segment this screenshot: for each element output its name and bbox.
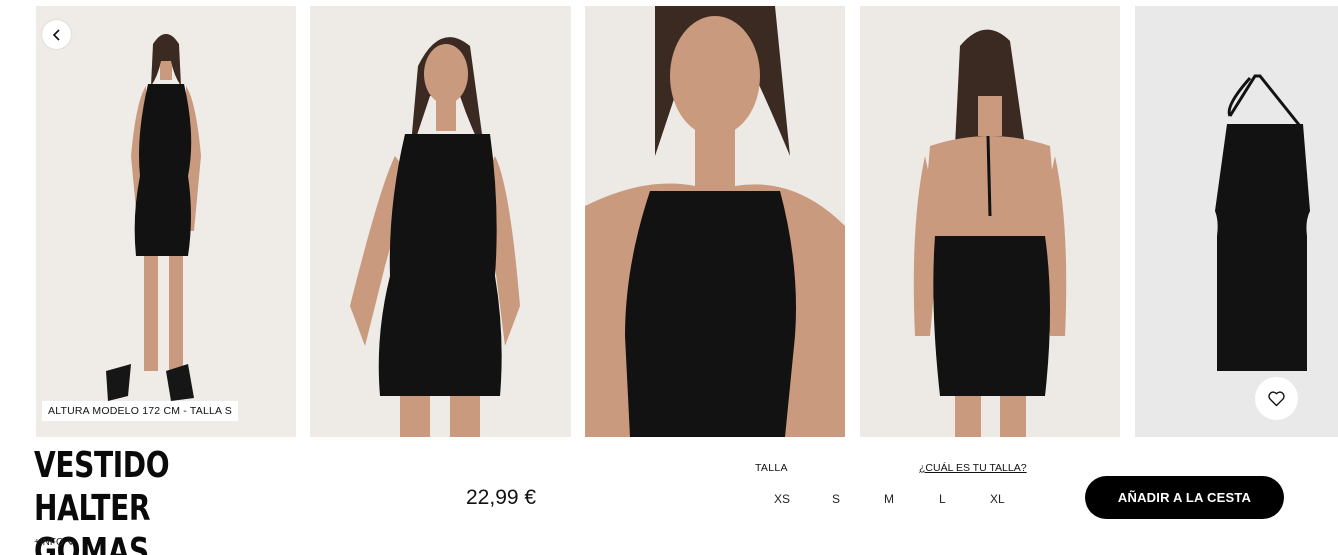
size-options: XS S M L XL [755,492,1025,506]
product-photo-garment[interactable] [1135,6,1338,437]
garment-illustration [1215,74,1310,371]
product-photo-front[interactable] [36,6,296,437]
size-option-m[interactable]: M [884,492,894,506]
more-info-link[interactable]: +INFO [34,537,75,548]
size-option-s[interactable]: S [832,492,840,506]
more-info-label: +INFO [34,537,64,548]
model-back-illustration [913,29,1067,437]
heart-icon [1268,391,1285,407]
model-medium-illustration [350,37,520,437]
model-detail-illustration [585,6,845,437]
back-button[interactable] [42,20,71,49]
product-gallery: ALTURA MODELO 172 CM - TALLA S [0,0,1338,437]
size-guide-link[interactable]: ¿CUÁL ES TU TALLA? [919,462,1027,474]
size-option-xl[interactable]: XL [990,492,1005,506]
product-title-line: VESTIDO HALTER [34,445,170,529]
size-option-l[interactable]: L [939,492,946,506]
size-label: TALLA [755,462,788,474]
model-height-tag: ALTURA MODELO 172 CM - TALLA S [42,401,238,421]
favorite-button[interactable] [1255,377,1298,420]
chevron-down-icon [67,540,75,545]
model-front-illustration [106,34,201,401]
product-price: 22,99 € [466,486,537,509]
product-photo-back[interactable] [860,6,1120,437]
size-option-xs[interactable]: XS [774,492,790,506]
product-photo-medium[interactable] [310,6,571,437]
chevron-left-icon [52,28,60,41]
product-photo-detail[interactable] [585,6,845,437]
add-to-cart-button[interactable]: AÑADIR A LA CESTA [1085,476,1284,519]
